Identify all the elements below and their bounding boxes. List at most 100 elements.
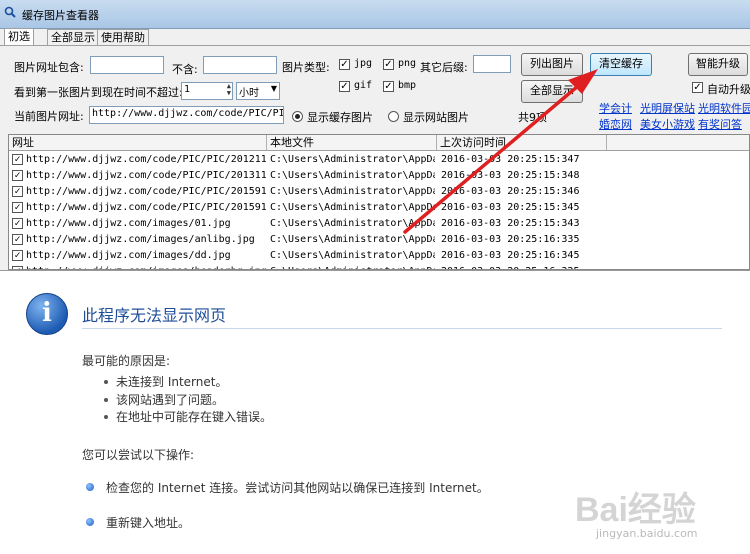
current-url-input[interactable]: http://www.djjwz.com/code/PIC/PIC/2015 bbox=[89, 106, 284, 124]
watermark-url: jingyan.baidu.com bbox=[596, 527, 698, 540]
reason-item: 该网站遇到了问题。 bbox=[116, 393, 225, 407]
time-unit-value: 小时 bbox=[239, 88, 259, 99]
image-type-label: 图片类型: bbox=[282, 61, 330, 74]
time-limit-label: 看到第一张图片到现在时间不超过: bbox=[14, 86, 183, 99]
try-heading: 您可以尝试以下操作: bbox=[82, 448, 195, 462]
blue-bullet-icon bbox=[86, 518, 94, 526]
blue-bullet-icon bbox=[86, 483, 94, 491]
time-limit-spinner[interactable]: 1 ▲ ▼ bbox=[181, 82, 233, 100]
table-row[interactable]: ✓ http://www.djjwz.com/code/PIC/PIC/20159… bbox=[9, 200, 749, 216]
row-file: C:\Users\Administrator\AppDa... bbox=[270, 250, 435, 261]
info-icon: i bbox=[26, 293, 68, 335]
spinner-arrows-icon[interactable]: ▲ ▼ bbox=[227, 83, 231, 97]
radio-show-site[interactable] bbox=[388, 111, 399, 122]
url-contains-label: 图片网址包含: bbox=[14, 61, 84, 74]
tab-show-all[interactable]: 全部显示 bbox=[47, 29, 99, 45]
row-time: 2016-03-03 20:25:15:348 bbox=[441, 170, 580, 181]
link-accounting[interactable]: 学会计 bbox=[599, 100, 632, 116]
link-dating[interactable]: 婚恋网 bbox=[599, 116, 632, 132]
exclude-label: 不含: bbox=[172, 63, 198, 76]
watermark-logo: Bai经验 bbox=[575, 491, 696, 529]
table-row[interactable]: ✓ http://www.djjwz.com/code/PIC/PIC/20121… bbox=[9, 152, 749, 168]
row-url: http://www.djjwz.com/code/PIC/PIC/201211… bbox=[26, 154, 266, 165]
url-contains-input[interactable] bbox=[90, 56, 164, 74]
tab-filter[interactable]: 初选 bbox=[4, 28, 34, 46]
action-item: 重新键入地址。 bbox=[106, 516, 191, 530]
row-time: 2016-03-03 20:25:15:343 bbox=[441, 218, 580, 229]
radio-show-cache[interactable] bbox=[292, 111, 303, 122]
row-time: 2016-03-03 20:25:15:345 bbox=[441, 202, 580, 213]
row-checkbox[interactable]: ✓ bbox=[12, 234, 23, 245]
link-software[interactable]: 光明软件园 bbox=[698, 100, 750, 116]
tab-strip: 初选 全部显示 使用帮助 bbox=[0, 28, 750, 46]
show-all-button[interactable]: 全部显示 bbox=[521, 80, 583, 103]
table-header: 网址 本地文件 上次访问时间 bbox=[9, 135, 749, 151]
row-file: C:\Users\Administrator\AppDa... bbox=[270, 202, 435, 213]
bullet-icon bbox=[104, 380, 108, 384]
row-time: 2016-03-03 20:25:16:345 bbox=[441, 250, 580, 261]
radio-show-site-label: 显示网站图片 bbox=[403, 111, 469, 124]
type-png-checkbox[interactable]: ✓ bbox=[383, 59, 394, 70]
type-gif-label: gif bbox=[354, 80, 373, 91]
tab-divider bbox=[0, 45, 750, 46]
reasons-heading: 最可能的原因是: bbox=[82, 354, 171, 368]
row-file: C:\Users\Administrator\AppDa... bbox=[270, 170, 435, 181]
row-checkbox[interactable]: ✓ bbox=[12, 218, 23, 229]
row-checkbox[interactable]: ✓ bbox=[12, 154, 23, 165]
column-header-file[interactable]: 本地文件 bbox=[267, 135, 437, 150]
reason-item: 在地址中可能存在键入错误。 bbox=[116, 410, 273, 424]
row-checkbox[interactable]: ✓ bbox=[12, 250, 23, 261]
row-url: http://www.djjwz.com/images/dd.jpg bbox=[26, 250, 231, 261]
row-file: C:\Users\Administrator\AppDa... bbox=[270, 186, 435, 197]
auto-upgrade-checkbox[interactable]: ✓ bbox=[692, 82, 703, 93]
type-jpg-checkbox[interactable]: ✓ bbox=[339, 59, 350, 70]
column-header-time[interactable]: 上次访问时间 bbox=[437, 135, 607, 150]
row-checkbox[interactable]: ✓ bbox=[12, 202, 23, 213]
column-header-url[interactable]: 网址 bbox=[9, 135, 267, 150]
row-time: 2016-03-03 20:25:15:346 bbox=[441, 186, 580, 197]
tab-help[interactable]: 使用帮助 bbox=[97, 29, 149, 45]
type-gif-checkbox[interactable]: ✓ bbox=[339, 81, 350, 92]
row-url: http://www.djjwz.com/code/PIC/PIC/201311… bbox=[26, 170, 266, 181]
row-file: C:\Users\Administrator\AppDa... bbox=[270, 154, 435, 165]
row-url: http://www.djjwz.com/images/anlibg.jpg bbox=[26, 234, 255, 245]
reason-item: 未连接到 Internet。 bbox=[116, 375, 228, 389]
item-count: 共9项 bbox=[518, 111, 547, 124]
title-bar: 缓存图片查看器 bbox=[0, 0, 750, 29]
window-title: 缓存图片查看器 bbox=[22, 9, 99, 22]
table-row[interactable]: ✓ http://www.djjwz.com/code/PIC/PIC/20131… bbox=[9, 168, 749, 184]
time-unit-select[interactable]: 小时 ▼ bbox=[236, 82, 280, 100]
row-checkbox[interactable]: ✓ bbox=[12, 170, 23, 181]
other-ext-label: 其它后缀: bbox=[420, 61, 468, 74]
type-jpg-label: jpg bbox=[354, 58, 373, 69]
time-limit-value: 1 bbox=[184, 84, 191, 95]
table-row[interactable]: ✓ http://www.djjwz.com/images/dd.jpg C:\Us… bbox=[9, 248, 749, 264]
bullet-icon bbox=[104, 415, 108, 419]
row-url: http://www.djjwz.com/code/PIC/PIC/201591… bbox=[26, 202, 266, 213]
magnifier-icon bbox=[4, 6, 16, 18]
link-screensaver[interactable]: 光明屏保站 bbox=[640, 100, 695, 116]
smart-upgrade-button[interactable]: 智能升级 bbox=[688, 53, 748, 76]
cache-table[interactable]: 网址 本地文件 上次访问时间 ✓ http://www.djjwz.com/cod… bbox=[8, 134, 750, 270]
link-quiz[interactable]: 有奖问答 bbox=[698, 116, 742, 132]
chevron-down-icon: ▼ bbox=[270, 84, 277, 93]
row-time: 2016-03-03 20:25:15:347 bbox=[441, 154, 580, 165]
other-ext-input[interactable] bbox=[473, 55, 511, 73]
bullet-icon bbox=[104, 398, 108, 402]
type-bmp-checkbox[interactable]: ✓ bbox=[383, 81, 394, 92]
row-url: http://www.djjwz.com/images/01.jpg bbox=[26, 218, 231, 229]
row-file: C:\Users\Administrator\AppDa... bbox=[270, 218, 435, 229]
table-row[interactable]: ✓ http://www.djjwz.com/code/PIC/PIC/20159… bbox=[9, 184, 749, 200]
table-row[interactable]: ✓ http://www.djjwz.com/images/anlibg.jpg C… bbox=[9, 232, 749, 248]
table-row[interactable]: ✓ http://www.djjwz.com/images/01.jpg C:\Us… bbox=[9, 216, 749, 232]
action-item: 检查您的 Internet 连接。尝试访问其他网站以确保已连接到 Interne… bbox=[106, 481, 489, 495]
list-images-button[interactable]: 列出图片 bbox=[521, 53, 583, 76]
row-checkbox[interactable]: ✓ bbox=[12, 186, 23, 197]
exclude-input[interactable] bbox=[203, 56, 277, 74]
row-file: C:\Users\Administrator\AppDa... bbox=[270, 234, 435, 245]
clear-cache-button[interactable]: 清空缓存 bbox=[590, 53, 652, 76]
radio-show-cache-label: 显示缓存图片 bbox=[307, 111, 373, 124]
link-games[interactable]: 美女小游戏 bbox=[640, 116, 695, 132]
auto-upgrade-label: 自动升级 bbox=[707, 83, 750, 96]
error-title: 此程序无法显示网页 bbox=[82, 306, 227, 325]
